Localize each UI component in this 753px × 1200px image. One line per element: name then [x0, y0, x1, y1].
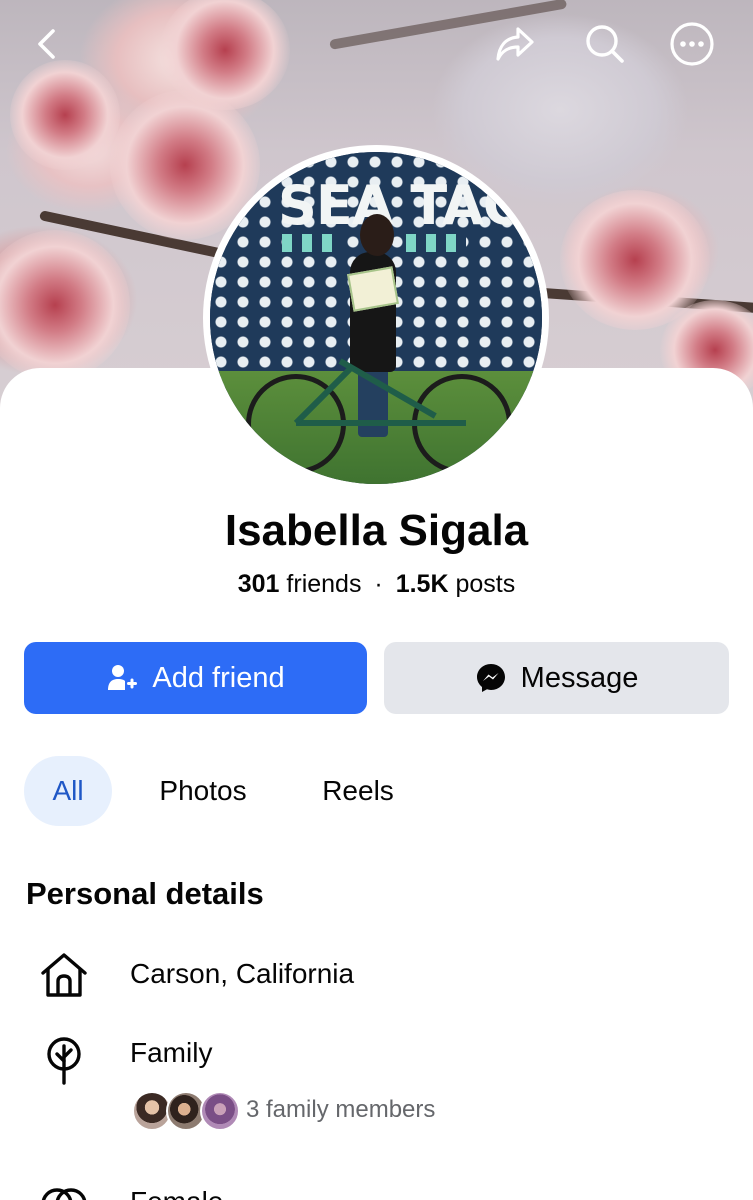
back-button[interactable]	[24, 20, 72, 68]
gender-icon	[41, 1188, 87, 1200]
family-avatar	[200, 1091, 240, 1131]
profile-photo[interactable]: SEA TAC	[210, 152, 542, 484]
message-button[interactable]: Message	[384, 642, 729, 714]
tab-photos[interactable]: Photos	[140, 756, 266, 826]
add-friend-button[interactable]: Add friend	[24, 642, 367, 714]
search-icon	[586, 25, 624, 63]
tab-all[interactable]: All	[24, 756, 112, 826]
profile-name: Isabella Sigala	[224, 506, 529, 555]
posts-label: posts	[455, 570, 516, 598]
cover-blossom	[0, 230, 130, 380]
photo-book	[347, 266, 399, 312]
share-icon	[496, 27, 534, 61]
family-tree-icon	[47, 1037, 81, 1085]
photo-checker	[282, 234, 342, 252]
profile-stats: 301 friends · 1.5K posts	[0, 570, 753, 599]
add-person-icon	[108, 665, 138, 690]
photo-checker	[406, 234, 466, 252]
gender-text: Female	[130, 1186, 223, 1200]
message-label: Message	[520, 661, 639, 694]
family-members-count[interactable]: 3 family members	[246, 1096, 435, 1124]
photo-person-head	[360, 214, 394, 256]
family-member-avatars[interactable]	[132, 1091, 242, 1131]
share-button[interactable]	[491, 20, 539, 68]
search-button[interactable]	[580, 20, 628, 68]
photo-logo-text: SEA TAC	[278, 174, 522, 237]
more-button[interactable]	[668, 20, 716, 68]
cover-blossom	[10, 60, 120, 170]
home-icon	[41, 953, 87, 997]
stats-separator: ·	[374, 570, 383, 598]
personal-details-title: Personal details	[26, 876, 264, 911]
family-label: Family	[130, 1037, 213, 1068]
friends-label[interactable]: friends	[286, 570, 361, 598]
chevron-left-icon	[38, 29, 55, 59]
tab-reels[interactable]: Reels	[300, 756, 416, 826]
posts-count: 1.5K	[395, 570, 449, 598]
location-text: Carson, California	[130, 958, 355, 989]
more-icon	[670, 22, 714, 66]
messenger-icon	[476, 664, 505, 692]
cover-blossom	[160, 0, 290, 110]
add-friend-label: Add friend	[152, 661, 285, 694]
bike-frame	[296, 420, 466, 426]
friends-count[interactable]: 301	[238, 570, 280, 598]
